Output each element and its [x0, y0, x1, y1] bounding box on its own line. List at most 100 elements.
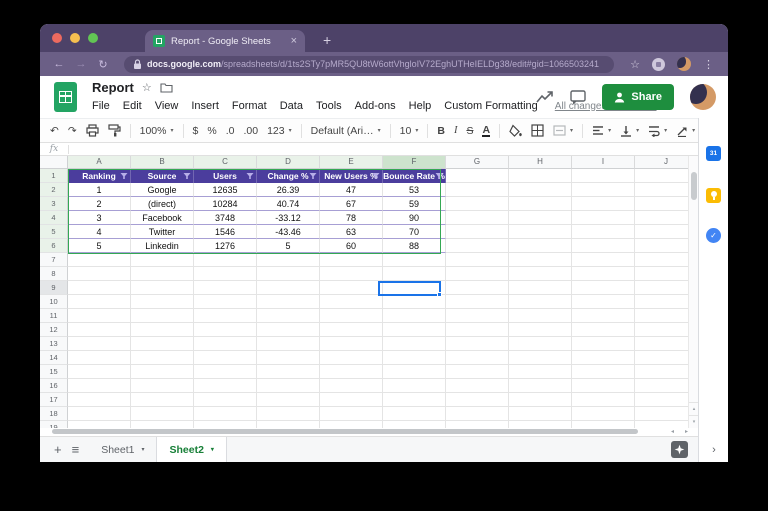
row-header-10[interactable]: 10	[40, 295, 68, 309]
table-cell-E4[interactable]: 78	[320, 211, 383, 225]
table-header-bounce-rate-[interactable]: Bounce Rate %	[383, 169, 446, 183]
table-cell-D5[interactable]: -43.46	[257, 225, 320, 239]
cell-I15[interactable]	[572, 365, 635, 379]
cell-B12[interactable]	[131, 323, 194, 337]
cell-H11[interactable]	[509, 309, 572, 323]
table-cell-E5[interactable]: 63	[320, 225, 383, 239]
cell-I12[interactable]	[572, 323, 635, 337]
menu-item-insert[interactable]: Insert	[191, 100, 219, 112]
cell-I13[interactable]	[572, 337, 635, 351]
menu-item-add-ons[interactable]: Add-ons	[355, 100, 396, 112]
cell-H6[interactable]	[509, 239, 572, 253]
cell-A7[interactable]	[68, 253, 131, 267]
cell-C18[interactable]	[194, 407, 257, 421]
table-cell-A6[interactable]: 5	[68, 239, 131, 253]
bold-button[interactable]: B	[437, 125, 445, 137]
add-sheet-button[interactable]: +	[54, 442, 62, 457]
cell-I1[interactable]	[572, 169, 635, 183]
cell-C15[interactable]	[194, 365, 257, 379]
table-cell-B5[interactable]: Twitter	[131, 225, 194, 239]
cell-C14[interactable]	[194, 351, 257, 365]
sheets-logo-icon[interactable]	[54, 82, 77, 112]
table-cell-C3[interactable]: 10284	[194, 197, 257, 211]
column-header-D[interactable]: D	[257, 156, 320, 169]
cell-F12[interactable]	[383, 323, 446, 337]
cell-H10[interactable]	[509, 295, 572, 309]
horizontal-align-select[interactable]: ▾	[592, 125, 611, 136]
cell-D10[interactable]	[257, 295, 320, 309]
paint-format-button[interactable]	[108, 124, 121, 137]
table-cell-C4[interactable]: 3748	[194, 211, 257, 225]
cell-B19[interactable]	[131, 421, 194, 428]
table-header-new-users-[interactable]: New Users %	[320, 169, 383, 183]
comment-icon[interactable]	[570, 90, 586, 105]
cell-C12[interactable]	[194, 323, 257, 337]
row-header-16[interactable]: 16	[40, 379, 68, 393]
cell-G11[interactable]	[446, 309, 509, 323]
bookmark-star-icon[interactable]: ☆	[630, 58, 640, 71]
tab-close-icon[interactable]: ×	[291, 35, 297, 47]
cell-H5[interactable]	[509, 225, 572, 239]
cell-F14[interactable]	[383, 351, 446, 365]
row-header-17[interactable]: 17	[40, 393, 68, 407]
cell-A15[interactable]	[68, 365, 131, 379]
cell-E16[interactable]	[320, 379, 383, 393]
cell-E19[interactable]	[320, 421, 383, 428]
cell-B7[interactable]	[131, 253, 194, 267]
table-cell-D3[interactable]: 40.74	[257, 197, 320, 211]
cell-D16[interactable]	[257, 379, 320, 393]
cell-H9[interactable]	[509, 281, 572, 295]
row-header-12[interactable]: 12	[40, 323, 68, 337]
window-zoom-button[interactable]	[88, 33, 98, 43]
cell-G8[interactable]	[446, 267, 509, 281]
row-header-19[interactable]: 19	[40, 421, 68, 428]
table-cell-D2[interactable]: 26.39	[257, 183, 320, 197]
cell-I16[interactable]	[572, 379, 635, 393]
cell-C9[interactable]	[194, 281, 257, 295]
chevron-down-icon[interactable]: ▾	[141, 446, 144, 453]
table-cell-C6[interactable]: 1276	[194, 239, 257, 253]
vertical-align-select[interactable]: ▾	[620, 125, 639, 137]
cell-G6[interactable]	[446, 239, 509, 253]
cell-D15[interactable]	[257, 365, 320, 379]
cell-G13[interactable]	[446, 337, 509, 351]
decrease-decimal-button[interactable]: .0	[226, 125, 235, 137]
table-header-ranking[interactable]: Ranking	[68, 169, 131, 183]
text-rotation-select[interactable]: ▾	[676, 125, 695, 137]
table-cell-F4[interactable]: 90	[383, 211, 446, 225]
row-header-15[interactable]: 15	[40, 365, 68, 379]
row-header-2[interactable]: 2	[40, 183, 68, 197]
menu-item-data[interactable]: Data	[280, 100, 303, 112]
column-header-H[interactable]: H	[509, 156, 572, 169]
cell-H7[interactable]	[509, 253, 572, 267]
window-close-button[interactable]	[52, 33, 62, 43]
cell-I10[interactable]	[572, 295, 635, 309]
cell-C16[interactable]	[194, 379, 257, 393]
menu-item-help[interactable]: Help	[409, 100, 432, 112]
sheet-tab-sheet2[interactable]: Sheet2▾	[156, 437, 226, 463]
cell-F19[interactable]	[383, 421, 446, 428]
more-formats-select[interactable]: 123▾	[267, 125, 292, 137]
cell-C11[interactable]	[194, 309, 257, 323]
forward-icon[interactable]: →	[72, 58, 90, 70]
cell-D9[interactable]	[257, 281, 320, 295]
cell-I19[interactable]	[572, 421, 635, 428]
new-tab-button[interactable]: +	[323, 30, 331, 50]
cell-D14[interactable]	[257, 351, 320, 365]
cell-G14[interactable]	[446, 351, 509, 365]
cell-B8[interactable]	[131, 267, 194, 281]
table-cell-B2[interactable]: Google	[131, 183, 194, 197]
cell-A10[interactable]	[68, 295, 131, 309]
cell-H2[interactable]	[509, 183, 572, 197]
move-folder-icon[interactable]	[160, 82, 173, 93]
row-header-8[interactable]: 8	[40, 267, 68, 281]
cell-H14[interactable]	[509, 351, 572, 365]
merge-cells-button[interactable]: ▾	[553, 124, 573, 137]
cell-I3[interactable]	[572, 197, 635, 211]
cell-H8[interactable]	[509, 267, 572, 281]
column-header-E[interactable]: E	[320, 156, 383, 169]
browser-avatar[interactable]	[677, 57, 691, 71]
row-header-3[interactable]: 3	[40, 197, 68, 211]
cell-D19[interactable]	[257, 421, 320, 428]
text-color-button[interactable]: A	[482, 125, 490, 137]
